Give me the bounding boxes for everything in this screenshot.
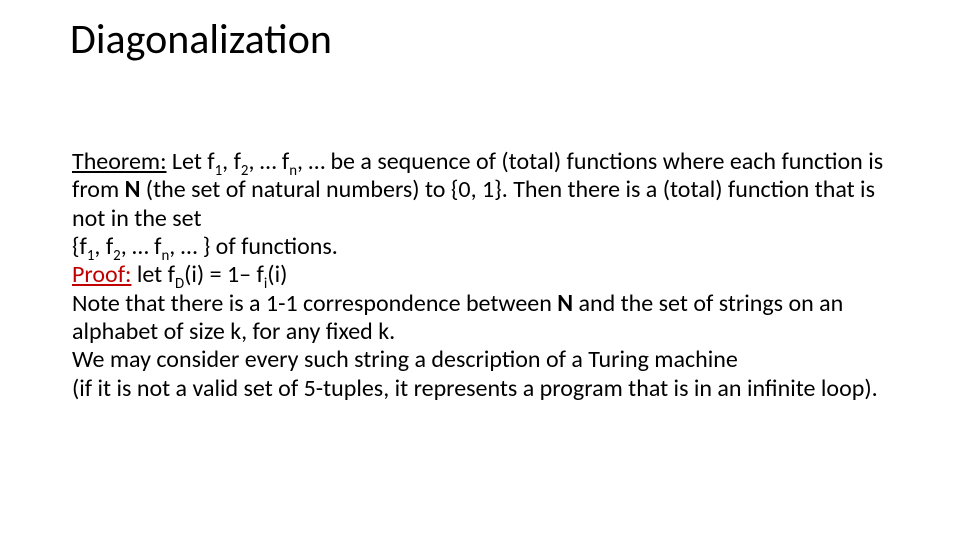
note-line: Note that there is a 1-1 correspondence … <box>72 290 892 347</box>
paren-line: (if it is not a valid set of 5-tuples, i… <box>72 375 892 403</box>
text: let f <box>131 260 175 289</box>
text: , … f <box>248 147 289 176</box>
bold-N: N <box>557 289 573 318</box>
text: , … } of functions. <box>169 232 338 261</box>
theorem-label: Theorem: <box>72 147 167 176</box>
bold-N: N <box>125 175 141 204</box>
text: , … f <box>121 232 162 261</box>
text: (i) = 1– f <box>184 260 264 289</box>
slide-title: Diagonalization <box>70 14 332 65</box>
slide: Diagonalization Theorem: Let f1, f2, … f… <box>0 0 960 540</box>
slide-body: Theorem: Let f1, f2, … fn, … be a sequen… <box>72 148 892 403</box>
consider-line: We may consider every such string a desc… <box>72 346 892 374</box>
text: (i) <box>267 260 287 289</box>
text: , f <box>222 147 241 176</box>
text: Let f <box>167 147 215 176</box>
text: , f <box>94 232 113 261</box>
text: (the set of natural numbers) to {0, 1}. … <box>72 175 875 232</box>
set-line: {f1, f2, … fn, … } of functions. <box>72 233 892 261</box>
proof-line: Proof: let fD(i) = 1– fi(i) <box>72 261 892 289</box>
text: {f <box>72 232 87 261</box>
theorem-line: Theorem: Let f1, f2, … fn, … be a sequen… <box>72 148 892 233</box>
proof-label: Proof: <box>72 260 131 289</box>
text: Note that there is a 1-1 correspondence … <box>72 289 557 318</box>
